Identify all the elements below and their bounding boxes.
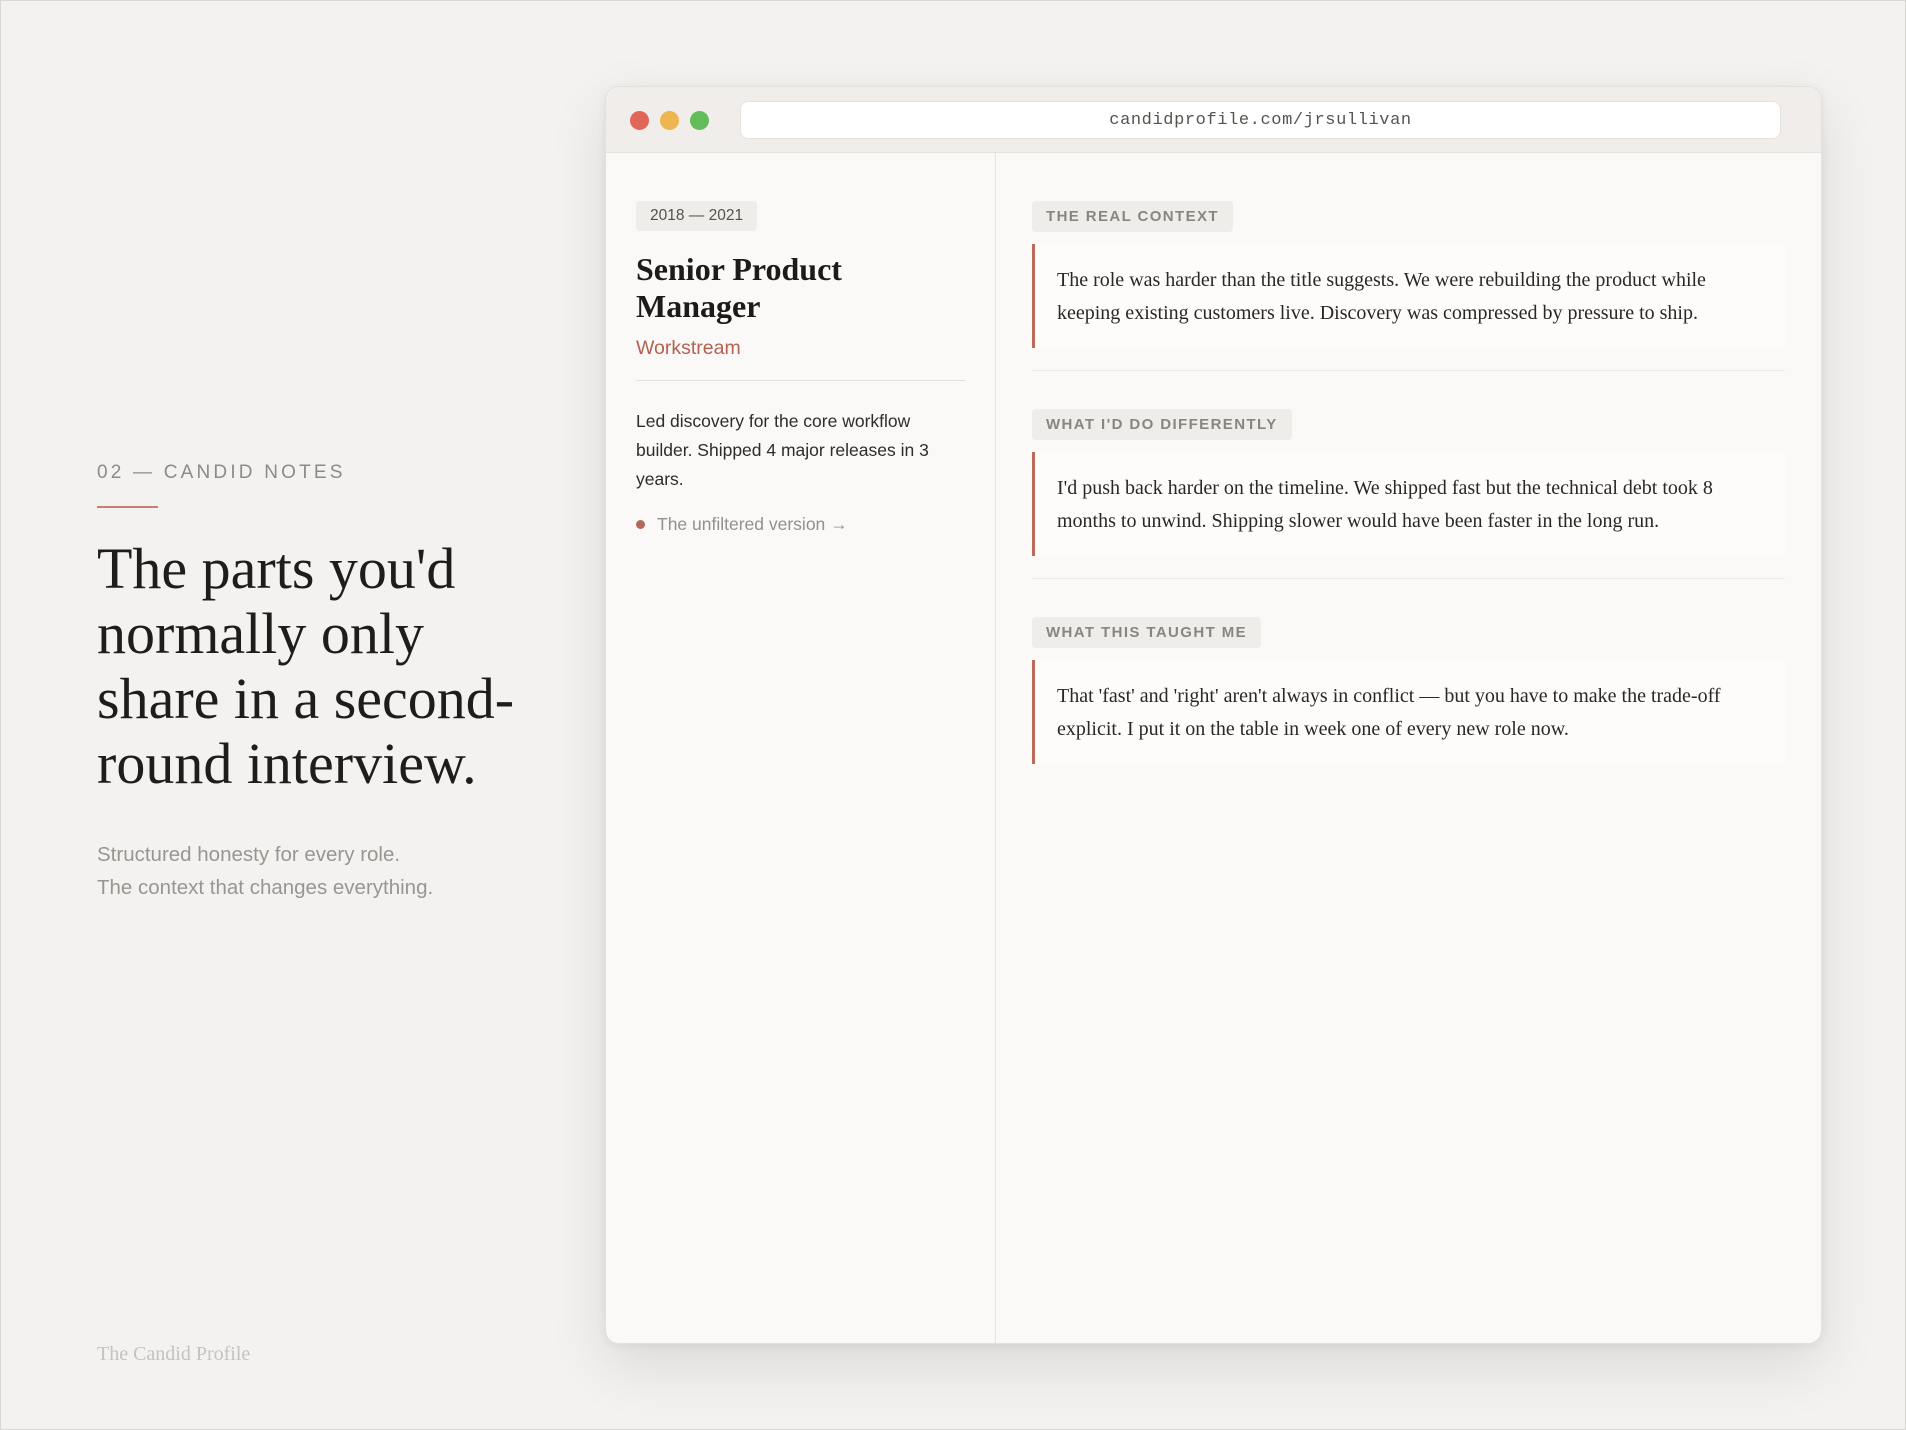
note-taught-me: WHAT THIS TAUGHT ME That 'fast' and 'rig… <box>1032 617 1785 786</box>
role-title: Senior Product Manager <box>636 251 842 324</box>
hero-subline-1: Structured honesty for every role. <box>97 843 401 866</box>
note-tag: WHAT I'D DO DIFFERENTLY <box>1032 409 1292 440</box>
brand-wordmark: The Candid Profile <box>97 1343 251 1365</box>
eyebrow-divider <box>97 506 158 508</box>
role-description: Led discovery for the core workflow buil… <box>636 411 929 489</box>
note-body: I'd push back harder on the timeline. We… <box>1032 452 1785 556</box>
note-real-context: THE REAL CONTEXT The role was harder tha… <box>1032 201 1785 371</box>
role-dates-badge: 2018 — 2021 <box>636 201 758 231</box>
role-company: Workstream <box>636 337 741 359</box>
candid-notes-panel: THE REAL CONTEXT The role was harder tha… <box>996 153 1821 1343</box>
browser-window: candidprofile.com/jrsullivan 2018 — 2021… <box>605 86 1822 1344</box>
minimize-window-icon[interactable] <box>660 111 679 130</box>
note-tag: THE REAL CONTEXT <box>1032 201 1233 232</box>
hero-headline: The parts you'd normally only share in a… <box>97 536 515 796</box>
hero-subline-2: The context that changes everything. <box>97 876 434 899</box>
unfiltered-version-label: The unfiltered version → <box>657 514 848 534</box>
bullet-dot-icon <box>636 520 645 529</box>
address-bar[interactable]: candidprofile.com/jrsullivan <box>740 101 1781 139</box>
address-bar-url: candidprofile.com/jrsullivan <box>1109 110 1412 130</box>
profile-content: 2018 — 2021 Senior Product Manager Works… <box>606 153 1821 1343</box>
note-do-differently: WHAT I'D DO DIFFERENTLY I'd push back ha… <box>1032 409 1785 579</box>
sidebar-divider <box>636 380 965 381</box>
unfiltered-version-link[interactable]: The unfiltered version → <box>636 514 965 535</box>
note-body: That 'fast' and 'right' aren't always in… <box>1032 660 1785 764</box>
close-window-icon[interactable] <box>630 111 649 130</box>
note-body: The role was harder than the title sugge… <box>1032 244 1785 348</box>
browser-toolbar: candidprofile.com/jrsullivan <box>606 87 1821 153</box>
section-eyebrow: 02 — CANDID NOTES <box>97 462 346 483</box>
note-tag: WHAT THIS TAUGHT ME <box>1032 617 1262 648</box>
hero-subline: Structured honesty for every role. The c… <box>97 838 537 904</box>
role-sidebar: 2018 — 2021 Senior Product Manager Works… <box>606 153 996 1343</box>
maximize-window-icon[interactable] <box>690 111 709 130</box>
hero-section: 02 — CANDID NOTES The parts you'd normal… <box>97 462 537 904</box>
